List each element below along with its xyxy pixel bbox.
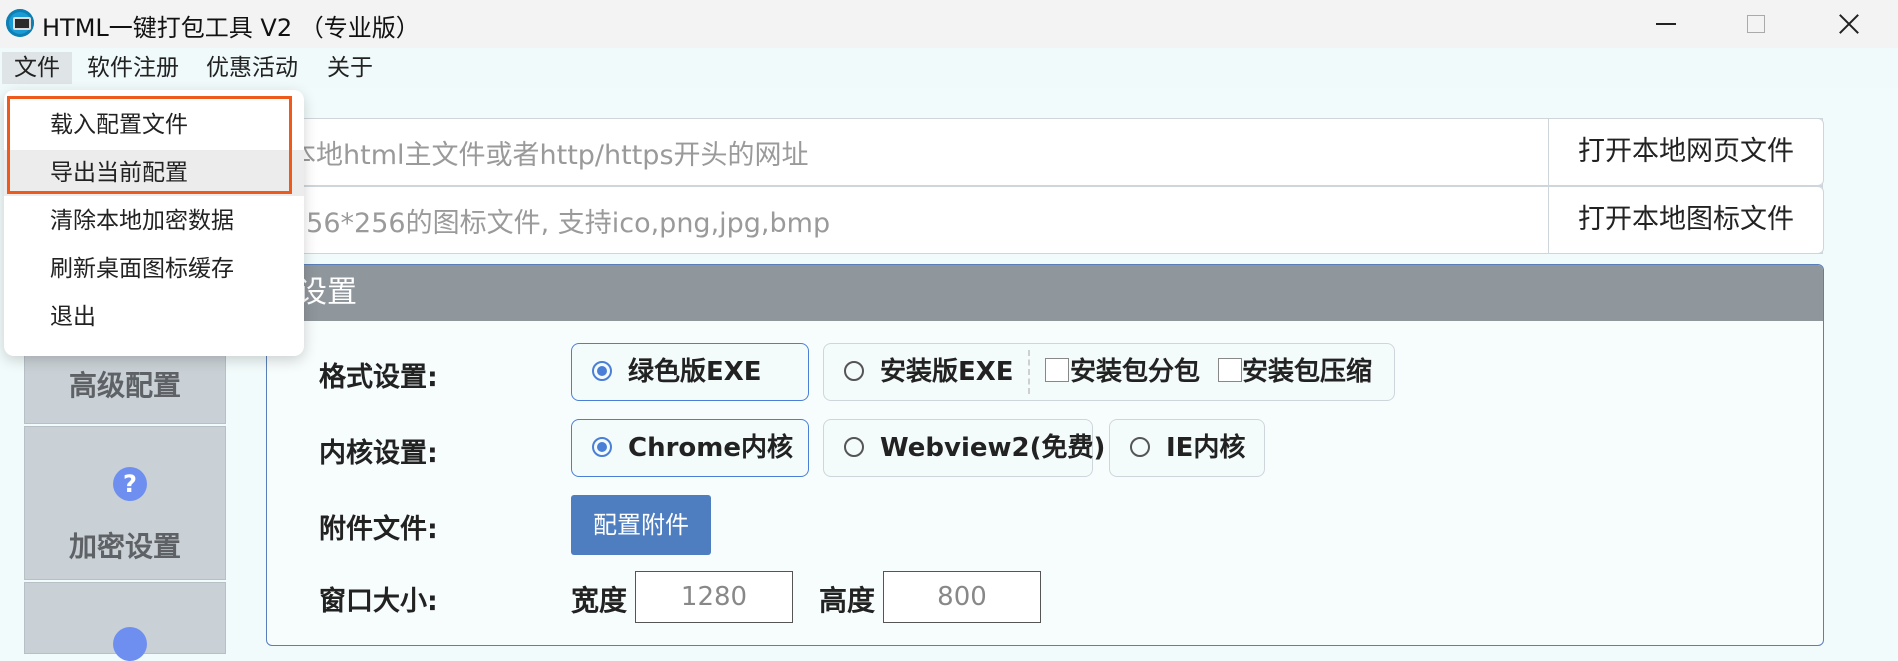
menu-file[interactable]: 文件	[2, 52, 72, 84]
kernel-label: 内核设置:	[319, 438, 438, 469]
sidebar-next-icon	[113, 627, 147, 661]
radio-webview2-kernel[interactable]: Webview2(免费)	[823, 419, 1105, 477]
radio-ie-kernel[interactable]: IE内核	[1109, 419, 1265, 477]
panel-header: 设置	[267, 265, 1823, 321]
open-icon-file-button[interactable]: 打开本地图标文件	[1548, 186, 1824, 254]
minimize-button[interactable]	[1636, 6, 1696, 42]
radio-installer-exe[interactable]: 安装版EXE	[880, 344, 1014, 400]
width-input[interactable]: 1280	[635, 571, 793, 623]
checkbox-installer-compress-label: 安装包压缩	[1242, 357, 1373, 387]
configure-attachment-button[interactable]: 配置附件	[571, 495, 711, 555]
highlight-annotation-box	[7, 96, 292, 194]
radio-indicator	[844, 437, 864, 457]
sidebar-item-label: 高级配置	[68, 369, 181, 402]
width-label: 宽度	[571, 584, 628, 617]
radio-indicator	[592, 437, 612, 457]
menu-item-clear-encrypted-data[interactable]: 清除本地加密数据	[4, 198, 304, 244]
radio-indicator	[1130, 437, 1150, 457]
open-web-file-button[interactable]: 打开本地网页文件	[1548, 118, 1824, 186]
format-group-installer: 安装版EXE 安装包分包 安装包压缩	[823, 343, 1395, 401]
app-icon	[6, 9, 34, 37]
format-label: 格式设置:	[319, 362, 438, 393]
sidebar-item-next[interactable]	[24, 582, 226, 661]
url-input-placeholder: 本地html主文件或者http/https开头的网址	[289, 140, 809, 171]
checkbox-installer-split[interactable]	[1045, 358, 1069, 382]
window-title: HTML一键打包工具 V2 （专业版）	[42, 14, 420, 42]
sidebar-item-encryption[interactable]: ? 加密设置	[24, 426, 226, 580]
menu-register[interactable]: 软件注册	[75, 52, 191, 84]
height-input[interactable]: 800	[883, 571, 1041, 623]
icon-input-placeholder: 256*256的图标文件, 支持ico,png,jpg,bmp	[289, 208, 831, 239]
radio-chrome-kernel[interactable]: Chrome内核	[571, 419, 809, 477]
window-size-label: 窗口大小:	[319, 586, 438, 617]
checkbox-installer-split-label: 安装包分包	[1070, 357, 1201, 387]
settings-panel: 设置 格式设置: 绿色版EXE 安装版EXE 安装包分包 安装包压缩 内核设置:…	[266, 264, 1824, 646]
radio-green-exe[interactable]: 绿色版EXE	[571, 343, 809, 401]
radio-indicator	[844, 361, 864, 381]
menu-item-refresh-icon-cache[interactable]: 刷新桌面图标缓存	[4, 246, 304, 292]
divider	[1028, 350, 1030, 394]
attachment-label: 附件文件:	[319, 514, 438, 545]
maximize-button[interactable]	[1726, 6, 1786, 42]
menu-bar: 文件 软件注册 优惠活动 关于	[0, 48, 1898, 88]
height-label: 高度	[819, 584, 876, 617]
menu-about[interactable]: 关于	[315, 52, 385, 84]
checkbox-installer-compress[interactable]	[1218, 358, 1242, 382]
question-icon: ?	[113, 467, 147, 501]
radio-indicator	[592, 361, 612, 381]
sidebar-item-label: 加密设置	[68, 530, 181, 563]
menu-item-exit[interactable]: 退出	[4, 294, 304, 340]
title-bar: HTML一键打包工具 V2 （专业版）	[0, 0, 1898, 49]
close-button[interactable]	[1818, 6, 1878, 42]
menu-promotions[interactable]: 优惠活动	[194, 52, 310, 84]
